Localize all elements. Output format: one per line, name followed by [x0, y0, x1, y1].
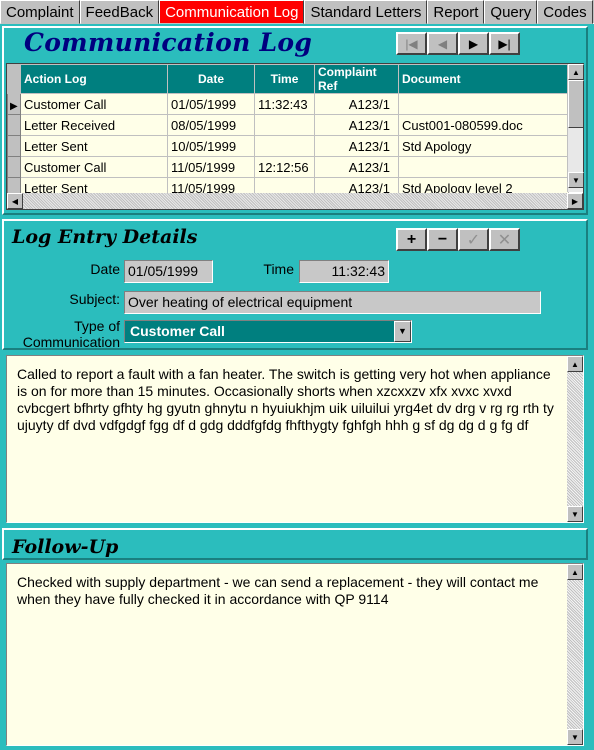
- scroll-up-icon[interactable]: ▲: [567, 564, 583, 580]
- record-navigator: |◀ ◀ ▶ ▶|: [396, 32, 520, 55]
- grid-cell[interactable]: 12:12:56: [254, 156, 315, 178]
- cancel-record-button[interactable]: ✕: [489, 228, 520, 251]
- grid-cell[interactable]: [254, 114, 315, 136]
- follow-up-title: Follow-Up: [12, 536, 119, 558]
- grid-cell[interactable]: Letter Sent: [20, 135, 168, 157]
- next-record-icon: ▶: [468, 36, 479, 51]
- add-record-button[interactable]: +: [396, 228, 427, 251]
- notes-scrollbar[interactable]: ▲ ▼: [567, 356, 583, 522]
- grid-cell[interactable]: [254, 135, 315, 157]
- tab-query[interactable]: Query: [484, 0, 538, 24]
- table-row[interactable]: Letter Sent 10/05/1999 A123/1 Std Apology: [7, 135, 569, 157]
- subject-label: Subject:: [69, 291, 120, 307]
- row-selector[interactable]: [7, 114, 21, 136]
- grid-cell[interactable]: Letter Received: [20, 114, 168, 136]
- column-header-date[interactable]: Date: [167, 64, 255, 94]
- scroll-left-icon[interactable]: ◀: [7, 193, 23, 209]
- tab-codes[interactable]: Codes: [537, 0, 593, 24]
- column-header-document[interactable]: Document: [398, 64, 569, 94]
- page-title: Communication Log: [24, 28, 313, 57]
- subject-field[interactable]: Over heating of electrical equipment: [124, 291, 541, 314]
- current-row-icon: ▶: [10, 100, 18, 112]
- close-icon: ✕: [497, 231, 512, 249]
- tab-communication-log[interactable]: Communication Log: [159, 0, 305, 24]
- grid-cell[interactable]: A123/1: [314, 156, 399, 178]
- grid-cell[interactable]: [398, 156, 569, 178]
- last-record-icon: ▶|: [498, 36, 511, 51]
- notes-text: Called to report a fault with a fan heat…: [17, 366, 554, 433]
- grid-cell[interactable]: Customer Call: [20, 156, 168, 178]
- grid-cell[interactable]: Cust001-080599.doc: [398, 114, 569, 136]
- type-selected-value: Customer Call: [130, 323, 225, 339]
- row-selector[interactable]: [7, 156, 21, 178]
- next-record-button[interactable]: ▶: [458, 32, 489, 55]
- record-actions: + − ✓ ✕: [396, 228, 520, 251]
- grid-horizontal-scrollbar[interactable]: ◀ ▶: [7, 193, 583, 209]
- tab-report[interactable]: Report: [427, 0, 485, 24]
- log-entry-details-title: Log Entry Details: [12, 226, 198, 248]
- grid-cell[interactable]: 11:32:43: [254, 93, 315, 115]
- follow-up-scrollbar[interactable]: ▲ ▼: [567, 564, 583, 745]
- row-selector[interactable]: [7, 135, 21, 157]
- grid-cell[interactable]: [398, 93, 569, 115]
- tab-complaint[interactable]: Complaint: [0, 0, 80, 24]
- scroll-up-icon[interactable]: ▲: [568, 64, 584, 80]
- minus-icon: −: [437, 230, 448, 248]
- plus-icon: +: [406, 230, 417, 248]
- table-row[interactable]: Customer Call 11/05/1999 12:12:56 A123/1: [7, 156, 569, 178]
- type-of-communication-select[interactable]: Customer Call ▼: [124, 320, 412, 343]
- tab-standard-letters[interactable]: Standard Letters: [304, 0, 428, 24]
- grid-cell[interactable]: 01/05/1999: [167, 93, 255, 115]
- grid-cell[interactable]: A123/1: [314, 93, 399, 115]
- table-row[interactable]: Letter Received 08/05/1999 A123/1 Cust001-0…: [7, 114, 569, 136]
- grid-cell[interactable]: 11/05/1999: [167, 156, 255, 178]
- grid-cell[interactable]: Customer Call: [20, 93, 168, 115]
- scroll-down-icon[interactable]: ▼: [568, 172, 584, 188]
- grid-cell[interactable]: 08/05/1999: [167, 114, 255, 136]
- save-record-button[interactable]: ✓: [458, 228, 489, 251]
- table-row[interactable]: ▶ Customer Call 01/05/1999 11:32:43 A123/1: [7, 93, 569, 115]
- previous-record-button[interactable]: ◀: [427, 32, 458, 55]
- notes-textarea[interactable]: Called to report a fault with a fan heat…: [6, 355, 584, 523]
- date-field[interactable]: 01/05/1999: [124, 260, 213, 283]
- grid-cell[interactable]: A123/1: [314, 114, 399, 136]
- first-record-icon: |◀: [405, 36, 418, 51]
- scroll-right-icon[interactable]: ▶: [567, 193, 583, 209]
- delete-record-button[interactable]: −: [427, 228, 458, 251]
- column-header-complaint-ref[interactable]: Complaint Ref: [314, 64, 399, 94]
- grid-cell[interactable]: A123/1: [314, 135, 399, 157]
- scroll-thumb[interactable]: [568, 80, 584, 128]
- grid-cell[interactable]: Std Apology: [398, 135, 569, 157]
- scroll-up-icon[interactable]: ▲: [567, 356, 583, 372]
- follow-up-text: Checked with supply department - we can …: [17, 574, 539, 607]
- row-selector-header: [7, 64, 21, 94]
- row-selector[interactable]: ▶: [7, 93, 21, 115]
- previous-record-icon: ◀: [437, 36, 448, 51]
- tab-feedback[interactable]: FeedBack: [79, 0, 160, 24]
- time-field[interactable]: 11:32:43: [299, 260, 389, 283]
- last-record-button[interactable]: ▶|: [489, 32, 520, 55]
- first-record-button[interactable]: |◀: [396, 32, 427, 55]
- follow-up-textarea[interactable]: Checked with supply department - we can …: [6, 563, 584, 746]
- check-icon: ✓: [466, 231, 481, 249]
- column-header-action-log[interactable]: Action Log: [20, 64, 168, 94]
- type-of-communication-label: Type of Communication: [10, 318, 120, 350]
- date-label: Date: [90, 261, 120, 277]
- action-log-grid[interactable]: Action Log Date Time Complaint Ref Docum…: [6, 63, 584, 210]
- type-label-line-1: Type of: [74, 318, 120, 334]
- communication-log-form: Complaint FeedBack Communication Log Standa…: [0, 0, 594, 750]
- grid-cell[interactable]: 10/05/1999: [167, 135, 255, 157]
- grid-vertical-scrollbar[interactable]: ▲ ▼: [567, 64, 584, 192]
- scroll-down-icon[interactable]: ▼: [567, 506, 583, 522]
- column-header-time[interactable]: Time: [254, 64, 315, 94]
- chevron-down-icon[interactable]: ▼: [394, 321, 411, 342]
- tab-strip: Complaint FeedBack Communication Log Standa…: [0, 0, 594, 24]
- grid-header-row: Action Log Date Time Complaint Ref Docum…: [7, 64, 569, 94]
- type-label-line-2: Communication: [22, 334, 120, 350]
- time-label: Time: [263, 261, 294, 277]
- scroll-down-icon[interactable]: ▼: [567, 729, 583, 745]
